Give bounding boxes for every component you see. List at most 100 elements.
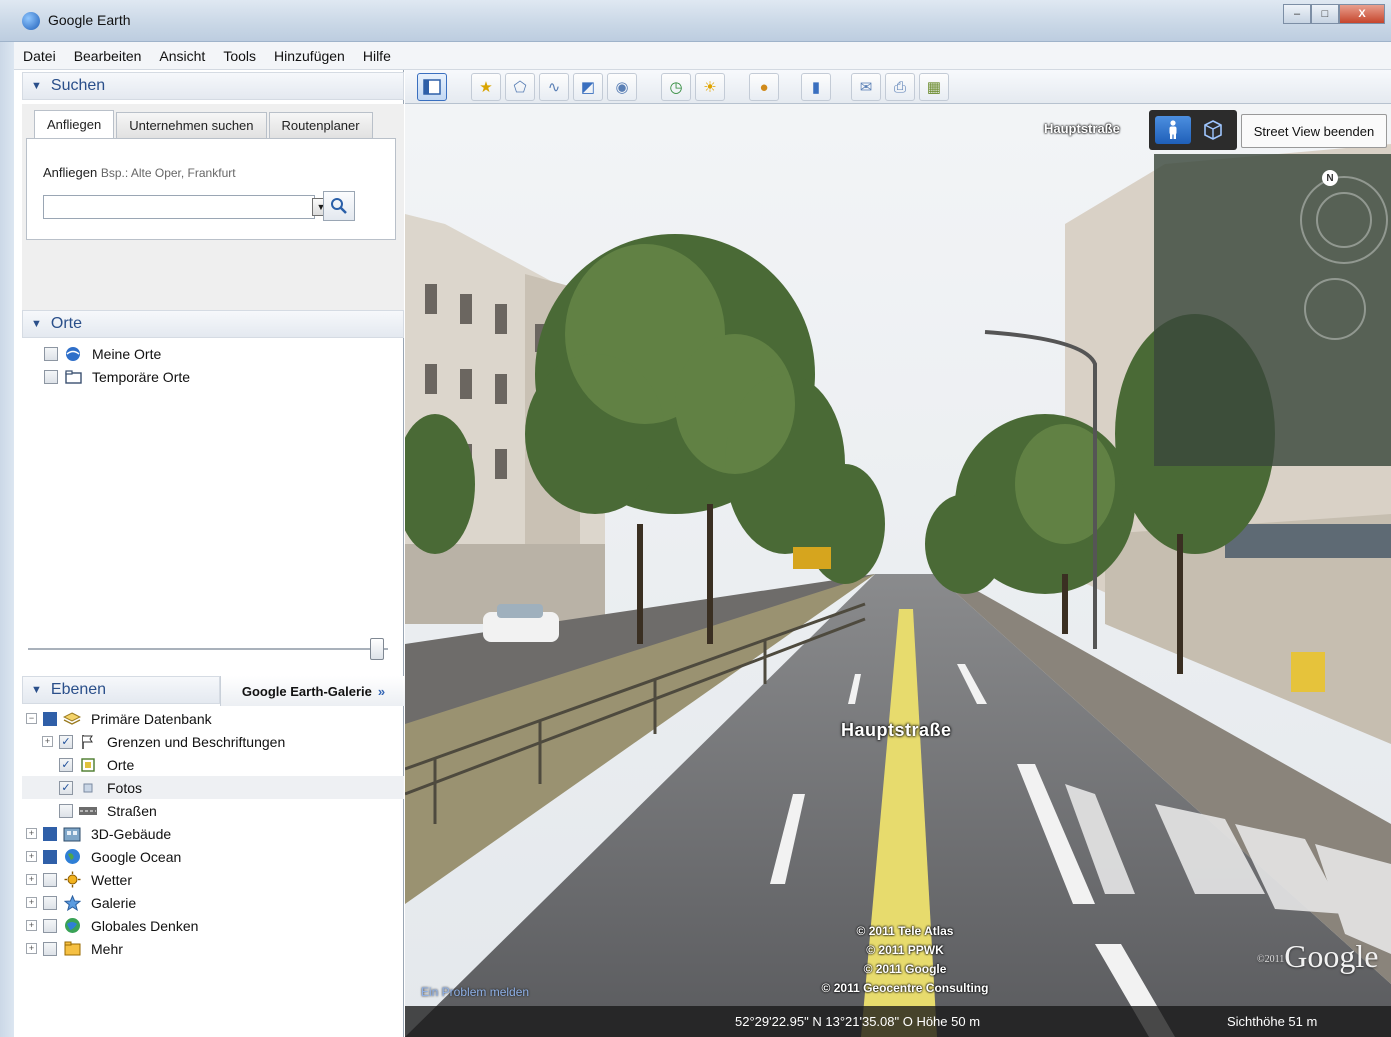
tab-anfliegen[interactable]: Anfliegen [34,110,115,138]
collapse-icon[interactable]: − [26,713,37,724]
move-joystick[interactable] [1304,278,1366,340]
tree-item-mehr[interactable]: + Mehr [22,937,404,960]
expand-icon[interactable]: + [26,897,37,908]
folder-icon [63,941,81,957]
sun-icon [63,871,81,888]
menu-tools[interactable]: Tools [214,48,265,64]
tree-item-label: Temporäre Orte [92,368,191,385]
copyright-line: © 2011 Geocentre Consulting [821,981,989,995]
copyright-line: © 2011 PPWK [866,943,944,957]
tree-item-label: Meine Orte [92,345,162,362]
tab-unternehmen-suchen[interactable]: Unternehmen suchen [116,112,267,138]
expand-icon[interactable]: + [26,874,37,885]
checkbox[interactable] [43,895,57,910]
tree-item-grenzen[interactable]: + ✓ Grenzen und Beschriftungen [22,730,404,753]
tree-item-galerie[interactable]: + Galerie [22,891,404,914]
tree-item-primaere-datenbank[interactable]: − Primäre Datenbank [22,707,404,730]
main-toolbar: ★ ⬠ ∿ ◩ ◉ ◷ ☀ ● ▮ ✉ ⎙ ▦ [405,70,1391,104]
search-button[interactable] [323,191,355,221]
menu-bearbeiten[interactable]: Bearbeiten [65,48,151,64]
exit-street-view-button[interactable]: Street View beenden [1241,114,1387,148]
minimize-button[interactable]: – [1283,4,1311,24]
record-tour-icon: ◉ [615,79,629,96]
checkbox-checked[interactable]: ✓ [59,734,73,749]
window-controls: – □ X [1283,4,1385,24]
collapse-arrow-icon: ▼ [31,318,42,330]
tree-item-globales-denken[interactable]: + Globales Denken [22,914,404,937]
add-polygon-button[interactable]: ⬠ [505,73,535,101]
copyright-line: © 2011 Tele Atlas [856,924,954,938]
sidebar-icon [423,79,441,95]
tree-item-orte[interactable]: ✓ Orte [22,753,404,776]
tree-item-3d-gebaeude[interactable]: + 3D-Gebäude [22,822,404,845]
tree-item-label: 3D-Gebäude [91,825,172,842]
checkbox[interactable] [43,941,57,956]
expand-icon[interactable]: + [26,943,37,954]
expand-icon[interactable]: + [26,828,37,839]
search-tabs: Anfliegen Unternehmen suchen Routenplane… [34,110,375,138]
earth-gallery-label: Google Earth-Galerie [241,683,372,699]
tree-item-label: Grenzen und Beschriftungen [107,733,286,750]
menu-hilfe[interactable]: Hilfe [354,48,400,64]
add-placemark-button[interactable]: ★ [471,73,501,101]
tree-item-strassen[interactable]: Straßen [22,799,404,822]
add-path-button[interactable]: ∿ [539,73,569,101]
record-tour-button[interactable]: ◉ [607,73,637,101]
report-problem-link[interactable]: Ein Problem melden [421,985,529,999]
maximize-button[interactable]: □ [1311,4,1339,24]
expand-icon[interactable]: + [26,920,37,931]
logo-copyright: ©2011 [1257,954,1285,966]
print-button[interactable]: ⎙ [885,73,915,101]
eye-altitude-readout: Sichthöhe 51 m [1227,1014,1318,1029]
earth-gallery-button[interactable]: Google Earth-Galerie » [220,676,406,706]
collapse-arrow-icon: ▼ [31,80,42,92]
search-section-header[interactable]: ▼ Suchen [22,72,404,100]
layers-section-header[interactable]: ▼ Ebenen [22,676,220,704]
path-icon: ∿ [547,79,561,96]
checkbox[interactable] [44,346,58,361]
historical-imagery-button[interactable]: ◷ [661,73,691,101]
street-name-top: Hauptstraße [1044,121,1120,136]
compass-north-icon[interactable]: N [1322,170,1338,186]
checkbox[interactable] [44,369,58,384]
tree-item-google-ocean[interactable]: + Google Ocean [22,845,404,868]
fly-to-input[interactable]: ▼ [43,195,330,219]
sidebar-toggle-button[interactable] [417,73,447,101]
sunlight-button[interactable]: ☀ [695,73,725,101]
tree-item-fotos[interactable]: ✓ Fotos [22,776,404,799]
checkbox[interactable] [43,918,57,933]
ruler-icon: ▮ [811,79,821,96]
fly-to-label: Anfliegen Bsp.: Alte Oper, Frankfurt [43,165,236,180]
email-button[interactable]: ✉ [851,73,881,101]
expand-icon[interactable]: + [26,851,37,862]
switch-planet-button[interactable]: ● [749,73,779,101]
ground-view-icon[interactable] [1195,116,1231,144]
tree-item-temporaere-orte[interactable]: Temporäre Orte [22,365,404,388]
menu-hinzufuegen[interactable]: Hinzufügen [265,48,354,64]
pegman-icon[interactable] [1155,116,1191,144]
look-joystick-inner[interactable] [1316,192,1372,248]
google-maps-button[interactable]: ▦ [919,73,949,101]
menu-datei[interactable]: Datei [14,48,65,64]
checkbox-partial[interactable] [43,826,57,841]
close-button[interactable]: X [1339,4,1385,24]
tree-item-wetter[interactable]: + Wetter [22,868,404,891]
ocean-globe-icon [63,849,81,865]
tab-routenplaner[interactable]: Routenplaner [268,112,373,138]
places-section-header[interactable]: ▼ Orte [22,310,404,338]
checkbox-partial[interactable] [43,849,57,864]
checkbox[interactable] [43,872,57,887]
checkbox-checked[interactable]: ✓ [59,757,73,772]
checkbox[interactable] [59,803,73,818]
add-overlay-button[interactable]: ◩ [573,73,603,101]
ruler-button[interactable]: ▮ [801,73,831,101]
checkbox-checked[interactable]: ✓ [59,780,73,795]
street-view[interactable]: Hauptstraße Street View beenden N Haupts… [405,104,1391,1037]
tree-item-meine-orte[interactable]: Meine Orte [22,342,404,365]
sunrise-icon: ☀ [703,79,717,96]
opacity-slider-thumb[interactable] [370,638,384,660]
checkbox[interactable] [43,711,57,726]
menu-ansicht[interactable]: Ansicht [150,48,214,64]
window-title: Google Earth [48,12,131,28]
expand-icon[interactable]: + [42,736,53,747]
